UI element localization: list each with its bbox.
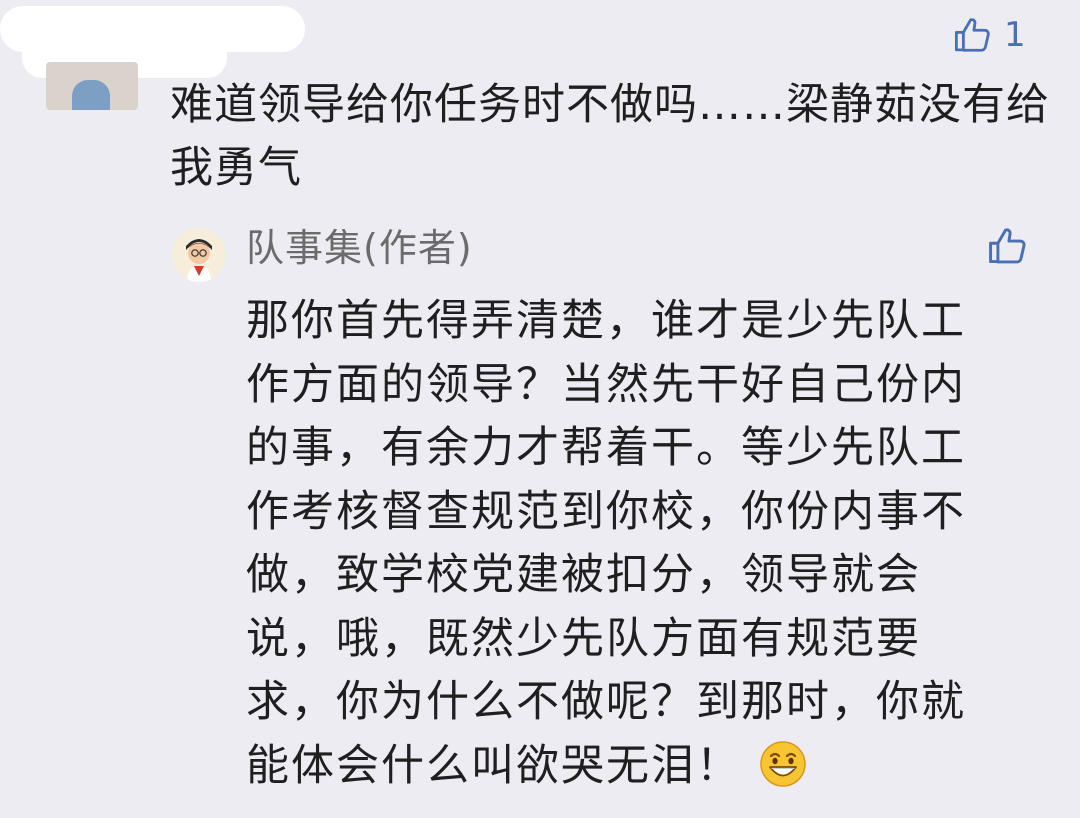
- author-avatar-illustration: [172, 228, 226, 282]
- comment-text: 难道领导给你任务时不做吗……梁静茹没有给我勇气: [170, 80, 1050, 193]
- like-count: 1: [1004, 15, 1026, 55]
- thumbs-up-icon: [954, 18, 990, 52]
- reply-like-button[interactable]: [986, 224, 1030, 268]
- thumbs-up-icon: [989, 228, 1026, 264]
- grinning-face-emoji: [760, 740, 806, 787]
- avatar-figure: [72, 80, 110, 110]
- commenter-avatar[interactable]: [46, 62, 138, 110]
- reply-text-content: 那你首先得弄清楚，谁才是少先队工作方面的领导？当然先干好自己份内的事，有余力才帮…: [246, 296, 966, 791]
- reply-author-name[interactable]: 队事集(作者): [246, 224, 473, 272]
- comment-like-button[interactable]: 1: [952, 14, 1026, 56]
- reply-text: 那你首先得弄清楚，谁才是少先队工作方面的领导？当然先干好自己份内的事，有余力才帮…: [246, 290, 1006, 798]
- author-avatar[interactable]: [172, 228, 226, 282]
